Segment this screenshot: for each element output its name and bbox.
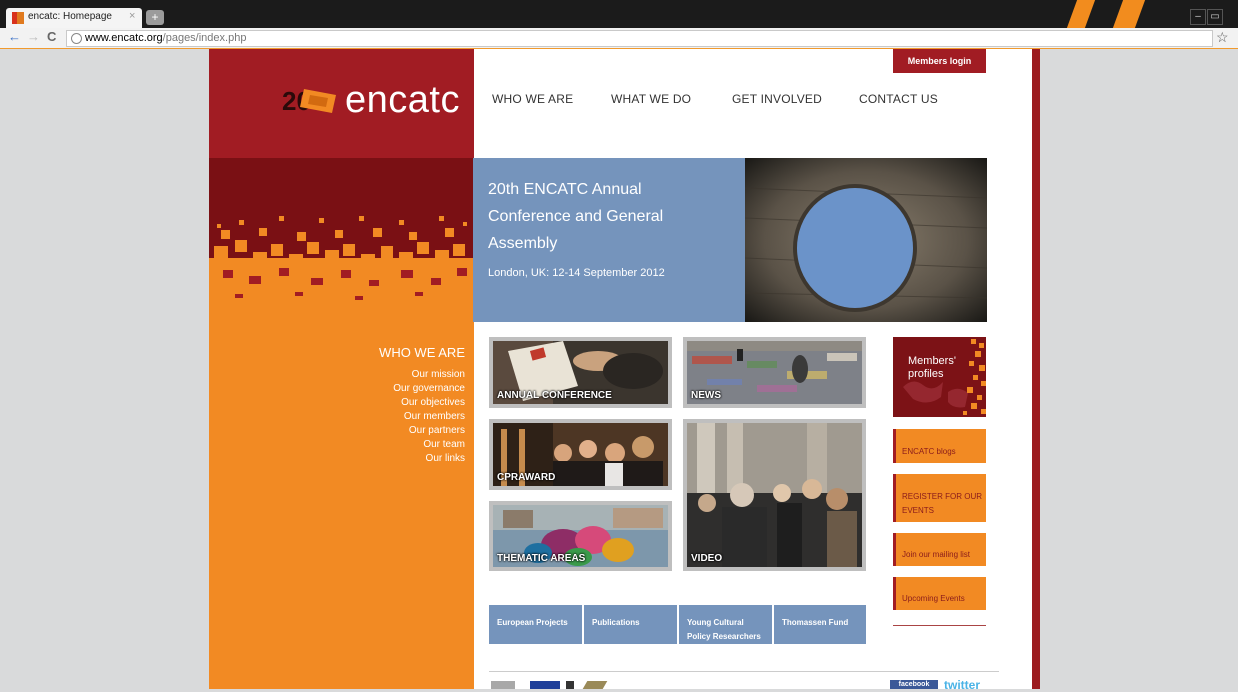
encatc-blogs-button[interactable]: ENCATC blogs — [893, 429, 986, 463]
nav-get-involved[interactable]: GET INVOLVED — [732, 92, 822, 106]
button-label: Publications — [592, 618, 640, 627]
favicon-icon — [12, 12, 24, 24]
new-tab-button[interactable]: + — [146, 10, 164, 25]
tab-title: encatc: Homepage — [28, 11, 112, 22]
members-login-button[interactable]: Members login — [893, 49, 986, 73]
tab-close-icon[interactable]: × — [129, 10, 135, 22]
nav-contact-us[interactable]: CONTACT US — [859, 92, 938, 106]
mailing-list-label: Join our mailing list — [902, 550, 971, 559]
members-profiles-box[interactable]: Members' profiles — [893, 337, 986, 417]
minimize-icon[interactable]: – — [1190, 9, 1206, 25]
european-projects-button[interactable]: European Projects — [489, 605, 582, 644]
tile-label: CPRAWARD — [497, 472, 556, 483]
nav-what-we-do[interactable]: WHAT WE DO — [611, 92, 691, 106]
twitter-link[interactable]: twitter — [944, 678, 980, 692]
banner-photo — [745, 158, 987, 322]
thomassen-fund-button[interactable]: Thomassen Fund — [774, 605, 866, 644]
url-domain: www.encatc.org — [85, 32, 163, 44]
url-path: /pages/index.php — [162, 32, 247, 44]
url-text: www.encatc.org/pages/index.php — [85, 31, 246, 46]
sidebar-link-team[interactable]: Our team — [209, 439, 465, 450]
tile-thematic-areas[interactable]: THEMATIC AREAS — [489, 501, 672, 571]
nav-who-we-are[interactable]: WHO WE ARE — [492, 92, 573, 106]
site-logo[interactable]: encatc — [345, 79, 460, 122]
upcoming-events-label: Upcoming Events — [902, 594, 965, 603]
tile-label: ANNUAL CONFERENCE — [497, 390, 612, 401]
register-events-button[interactable]: REGISTER FOR OUR EVENTS — [893, 474, 986, 522]
encatc-blogs-label: ENCATC blogs — [902, 447, 956, 456]
facebook-link[interactable]: facebook — [890, 680, 938, 689]
window-controls: –▭× — [1190, 6, 1238, 44]
mailing-list-button[interactable]: Join our mailing list — [893, 533, 986, 566]
upcoming-events-button[interactable]: Upcoming Events — [893, 577, 986, 610]
browser-titlebar — [0, 0, 1238, 28]
tile-label: NEWS — [691, 390, 721, 401]
reload-icon[interactable]: C — [47, 29, 56, 44]
forward-arrow-icon[interactable]: → — [27, 29, 40, 44]
banner-title: 20th ENCATC Annual Conference and Genera… — [488, 181, 664, 252]
back-arrow-icon[interactable]: ← — [8, 29, 21, 44]
tile-label: VIDEO — [691, 553, 723, 564]
sidebar-heading: WHO WE ARE — [379, 345, 465, 360]
tile-news[interactable]: NEWS — [683, 337, 866, 408]
browser-tab[interactable]: encatc: Homepage × — [6, 8, 142, 28]
partner-logo-icon[interactable] — [566, 681, 574, 689]
right-border-strip — [1032, 49, 1040, 689]
sidebar-link-members[interactable]: Our members — [209, 411, 465, 422]
tile-label: THEMATIC AREAS — [497, 553, 586, 564]
sidebar-link-governance[interactable]: Our governance — [209, 383, 465, 394]
publications-button[interactable]: Publications — [584, 605, 677, 644]
button-label: Thomassen Fund — [782, 618, 849, 627]
address-bar[interactable]: www.encatc.org/pages/index.php — [66, 30, 1213, 47]
button-label: Young Cultural Policy Researchers Forum — [687, 618, 761, 655]
titlebar-decoration — [1112, 0, 1146, 28]
tile-cpraward[interactable]: CPRAWARD — [489, 419, 672, 490]
button-label: European Projects — [497, 618, 568, 627]
footer-divider — [489, 671, 999, 672]
tile-video[interactable]: VIDEO — [683, 419, 866, 571]
bookmark-star-icon[interactable]: ☆ — [1216, 29, 1229, 46]
anniversary-badge-icon: 20 — [282, 85, 338, 116]
tile-image — [687, 423, 862, 567]
tile-annual-conference[interactable]: ANNUAL CONFERENCE — [489, 337, 672, 408]
divider — [893, 625, 986, 626]
young-researchers-forum-button[interactable]: Young Cultural Policy Researchers Forum — [679, 605, 772, 655]
titlebar-decoration — [1066, 0, 1096, 28]
sidebar-link-links[interactable]: Our links — [209, 453, 465, 464]
sidebar-link-mission[interactable]: Our mission — [209, 369, 465, 380]
register-events-label: REGISTER FOR OUR EVENTS — [902, 492, 983, 515]
maximize-icon[interactable]: ▭ — [1207, 9, 1223, 25]
page-info-icon[interactable] — [71, 33, 82, 44]
eu-flag-icon[interactable] — [530, 681, 560, 689]
sidebar-link-objectives[interactable]: Our objectives — [209, 397, 465, 408]
pixel-pattern-decoration — [209, 158, 474, 323]
partner-logo-icon[interactable] — [491, 681, 515, 689]
sidebar-link-partners[interactable]: Our partners — [209, 425, 465, 436]
members-profiles-label: Members' profiles — [908, 355, 956, 380]
banner-subtitle: London, UK: 12-14 September 2012 — [488, 267, 665, 279]
conference-banner[interactable]: 20th ENCATC Annual Conference and Genera… — [473, 158, 746, 322]
